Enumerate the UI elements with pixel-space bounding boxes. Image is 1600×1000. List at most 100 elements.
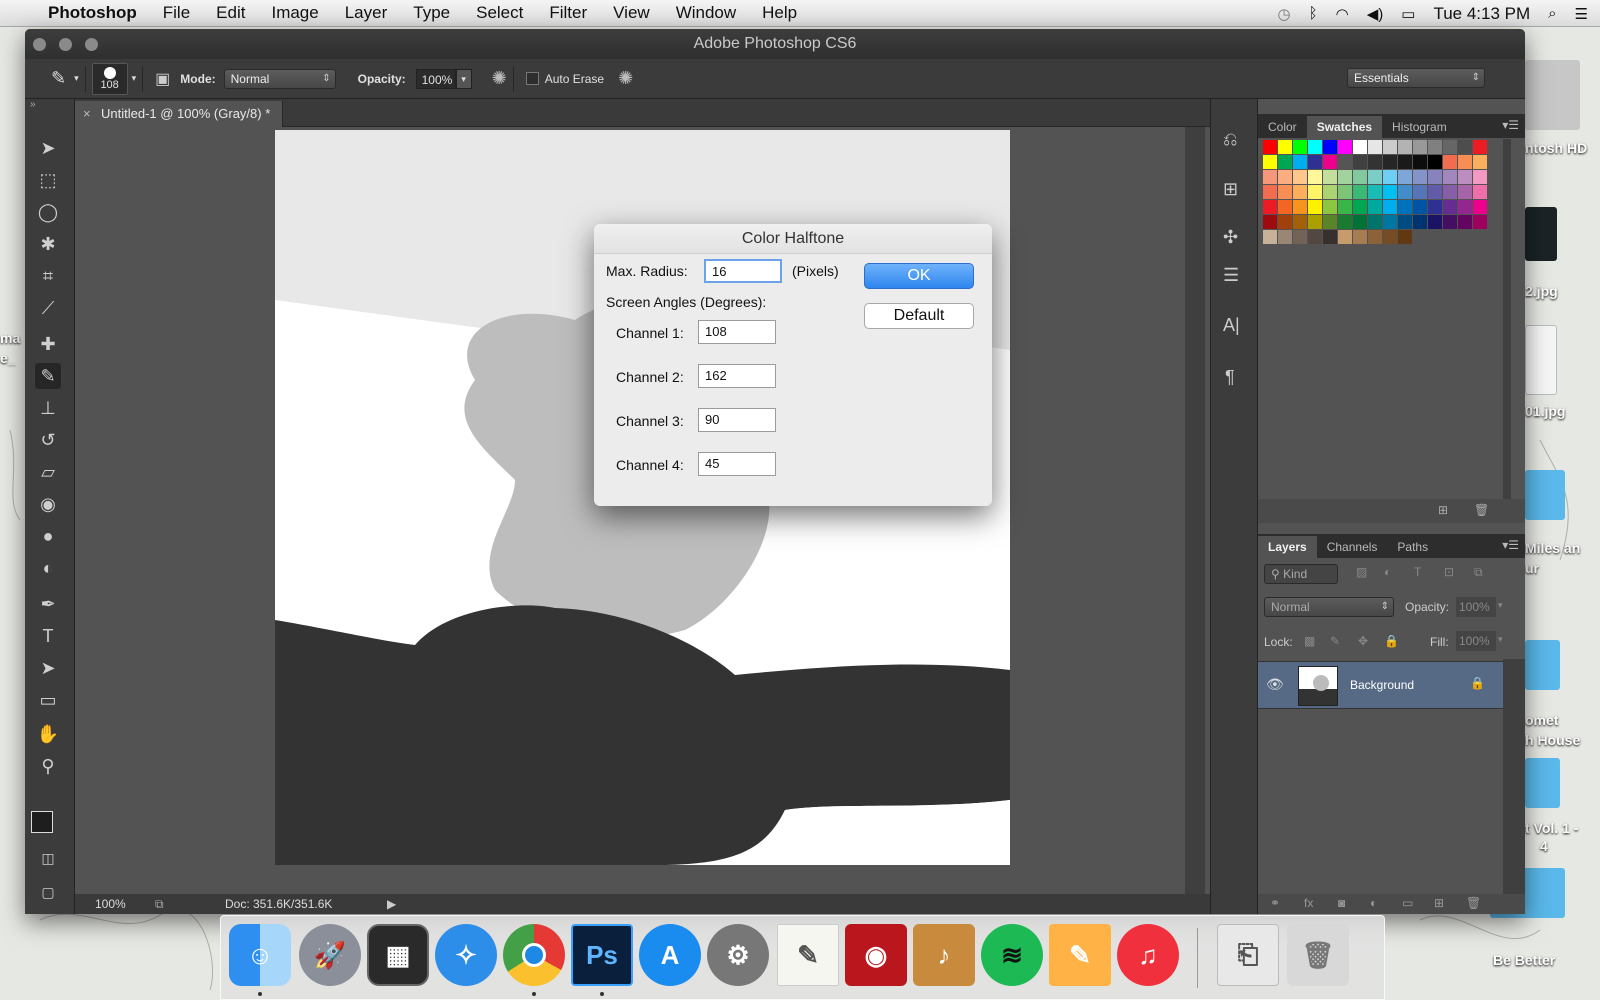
color-swatch[interactable] (1308, 155, 1322, 169)
color-swatch[interactable] (1443, 170, 1457, 184)
color-swatch[interactable] (1293, 185, 1307, 199)
photo-booth-icon[interactable]: ◉ (845, 924, 907, 986)
dodge-tool-icon[interactable]: ◐ (35, 555, 61, 581)
time-machine-icon[interactable]: ◷ (1278, 5, 1291, 23)
adjustments-panel-icon[interactable]: ☰ (1223, 265, 1239, 286)
color-swatch[interactable] (1308, 140, 1322, 154)
color-swatch[interactable] (1263, 155, 1277, 169)
color-swatch[interactable] (1413, 140, 1427, 154)
textedit-icon[interactable]: ✎ (777, 924, 839, 986)
layer-blend-mode-select[interactable]: Normal (1264, 597, 1394, 617)
color-swatch[interactable] (1263, 215, 1277, 229)
filter-shape-icon[interactable]: ⊡ (1444, 565, 1454, 579)
move-tool-icon[interactable]: ➤ (35, 135, 61, 161)
color-swatch[interactable] (1323, 230, 1337, 244)
chevron-down-icon[interactable]: ▾ (74, 73, 79, 84)
desktop-item-left[interactable]: ma (0, 330, 20, 346)
chevron-down-icon[interactable]: ▾ (1498, 600, 1503, 611)
color-swatch[interactable] (1383, 170, 1397, 184)
channel-3-input[interactable]: 90 (698, 408, 776, 432)
launchpad-icon[interactable]: 🚀 (299, 924, 361, 986)
brush-tool-icon[interactable]: ✎ (35, 363, 61, 389)
crop-tool-icon[interactable]: ⌗ (35, 263, 61, 289)
color-swatch[interactable] (1278, 170, 1292, 184)
color-swatch[interactable] (1338, 185, 1352, 199)
system-preferences-icon[interactable]: ⚙ (707, 924, 769, 986)
character-panel-icon[interactable]: A| (1223, 315, 1240, 336)
status-settings-icon[interactable]: ⧉ (155, 894, 164, 914)
color-swatch[interactable] (1308, 185, 1322, 199)
image-file-label[interactable]: 2.jpg (1525, 283, 1558, 299)
chevron-down-icon[interactable]: ▾ (1498, 634, 1503, 645)
bluetooth-icon[interactable]: ᛒ (1309, 5, 1318, 22)
trash-dock-icon[interactable]: 🗑 (1287, 924, 1349, 986)
folder-icon[interactable] (1525, 470, 1565, 520)
color-swatch[interactable] (1353, 215, 1367, 229)
color-swatch[interactable] (1338, 170, 1352, 184)
quick-mask-icon[interactable]: ◫ (35, 845, 61, 871)
clock[interactable]: Tue 4:13 PM (1433, 4, 1530, 24)
menu-window[interactable]: Window (663, 3, 749, 23)
color-swatch[interactable] (1278, 140, 1292, 154)
tab-color[interactable]: Color (1258, 116, 1307, 138)
auto-erase-checkbox[interactable] (525, 72, 539, 85)
new-swatch-icon[interactable]: ⊞ (1438, 503, 1448, 517)
color-swatch[interactable] (1443, 200, 1457, 214)
color-swatch[interactable] (1398, 215, 1412, 229)
healing-brush-tool-icon[interactable]: ✚ (35, 331, 61, 357)
channel-2-input[interactable]: 162 (698, 364, 776, 388)
menu-view[interactable]: View (600, 3, 663, 23)
color-swatch[interactable] (1473, 200, 1487, 214)
color-swatch[interactable] (1458, 155, 1472, 169)
ok-button[interactable]: OK (864, 263, 974, 289)
color-swatch[interactable] (1278, 215, 1292, 229)
zoom-tool-icon[interactable]: ⚲ (35, 753, 61, 779)
paint-bucket-tool-icon[interactable]: ◉ (35, 491, 61, 517)
color-swatch[interactable] (1293, 230, 1307, 244)
color-swatch[interactable] (1458, 215, 1472, 229)
color-swatch[interactable] (1473, 140, 1487, 154)
brush-panel-icon[interactable]: ✣ (1223, 227, 1238, 248)
color-swatch[interactable] (1458, 185, 1472, 199)
history-brush-tool-icon[interactable]: ↺ (35, 427, 61, 453)
lock-position-icon[interactable]: ✥ (1358, 634, 1368, 648)
color-swatch[interactable] (1383, 230, 1397, 244)
brush-size-picker[interactable]: 108 (91, 62, 128, 95)
zoom-level[interactable]: 100% (95, 894, 126, 914)
volume-icon[interactable]: ◀) (1367, 5, 1384, 23)
color-swatch[interactable] (1263, 200, 1277, 214)
type-tool-icon[interactable]: T (35, 623, 61, 649)
menu-type[interactable]: Type (400, 3, 463, 23)
chevron-down-icon[interactable]: ▾ (132, 73, 137, 84)
app-store-icon[interactable]: A (639, 924, 701, 986)
layer-style-icon[interactable]: fx (1304, 896, 1313, 910)
color-swatch[interactable] (1278, 200, 1292, 214)
color-swatch[interactable] (1383, 155, 1397, 169)
mission-control-icon[interactable]: ▦ (367, 924, 429, 986)
status-menu-arrow-icon[interactable]: ▶ (387, 894, 396, 914)
color-swatch[interactable] (1398, 200, 1412, 214)
color-swatch[interactable] (1353, 170, 1367, 184)
color-swatch[interactable] (1293, 200, 1307, 214)
color-swatch[interactable] (1263, 230, 1277, 244)
spotify-icon[interactable]: ≋ (981, 924, 1043, 986)
color-swatch[interactable] (1353, 140, 1367, 154)
color-swatch[interactable] (1323, 215, 1337, 229)
color-swatch[interactable] (1278, 185, 1292, 199)
fill-input[interactable]: 100% (1456, 631, 1496, 651)
color-swatch[interactable] (1413, 185, 1427, 199)
color-swatch[interactable] (1323, 200, 1337, 214)
color-swatch[interactable] (1323, 155, 1337, 169)
minimize-window-button[interactable] (59, 38, 72, 51)
color-swatch[interactable] (1473, 155, 1487, 169)
color-swatch[interactable] (1353, 185, 1367, 199)
mode-select[interactable]: Normal (223, 68, 336, 89)
color-swatch[interactable] (1338, 140, 1352, 154)
finder-icon[interactable]: ☺ (229, 924, 291, 986)
layer-opacity-input[interactable]: 100% (1456, 597, 1496, 617)
downloads-stack-icon[interactable]: ⎗ (1217, 924, 1279, 986)
tab-histogram[interactable]: Histogram (1382, 116, 1457, 138)
pressure-opacity-icon[interactable]: ✺ (492, 68, 507, 89)
tab-channels[interactable]: Channels (1317, 536, 1388, 558)
visibility-eye-icon[interactable]: 👁 (1266, 676, 1284, 693)
